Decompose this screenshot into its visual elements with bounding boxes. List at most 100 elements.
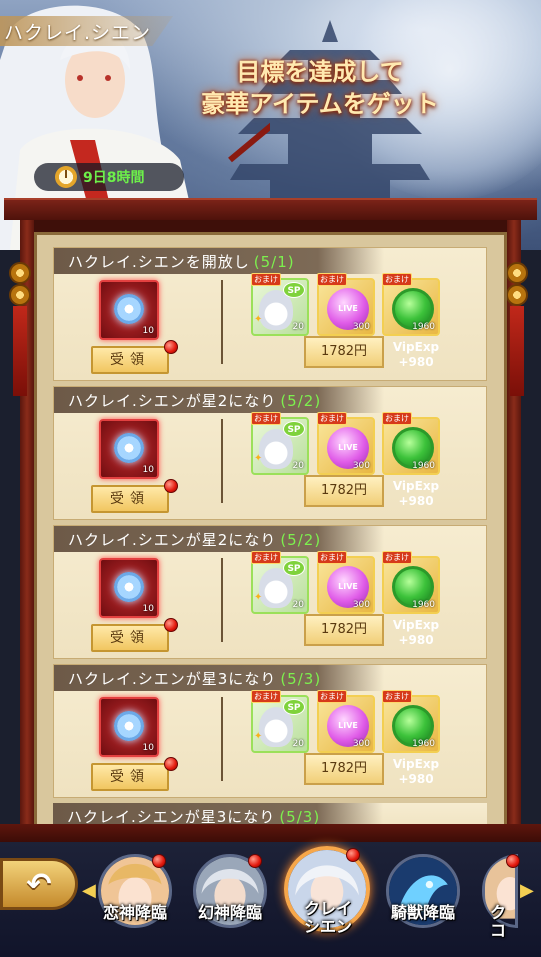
task-list[interactable]: ハクレイ.シエンを開放し (5/1) 10 受領 おまけ SP ✦ 20 おまけ LIVE… [34, 232, 507, 830]
task-progress: (5/1) [253, 253, 295, 271]
nav-label-2: 幻神降臨 [197, 903, 262, 922]
reward-character-card[interactable]: おまけ SP ✦ 20 [251, 551, 309, 614]
key-icon: ✦ [254, 731, 263, 742]
nav-label-1: 恋神降臨 [102, 903, 167, 922]
vip-exp-label: VipExp [392, 618, 440, 632]
lotus-item-slot[interactable]: 10 [99, 280, 159, 340]
reward-jade[interactable]: おまけ 1960 [382, 412, 440, 475]
vip-exp-value: +980 [398, 633, 434, 647]
lotus-item-slot[interactable]: 10 [99, 419, 159, 479]
coin-icon [506, 284, 528, 306]
reward-live-badge[interactable]: おまけ LIVE 300 [317, 690, 375, 753]
chevron-right-icon[interactable]: ▶ [520, 880, 534, 901]
bonus-tag: おまけ [317, 273, 347, 286]
sp-badge: SP [283, 699, 305, 715]
headline-line-2: 豪華アイテムをゲット [201, 90, 439, 118]
tassel-rope [13, 306, 27, 396]
event-timer: 9日8時間 [34, 163, 184, 191]
coin-icon [9, 284, 31, 306]
claim-button[interactable]: 受領 [91, 763, 169, 791]
card-divider [221, 697, 223, 781]
reward-character-card[interactable]: おまけ SP ✦ 20 [251, 690, 309, 753]
back-button[interactable]: ↶ [0, 858, 78, 910]
task-title-text: ハクレイ.シエンを開放し [68, 253, 250, 271]
key-icon: ✦ [254, 314, 263, 325]
purchase-button[interactable]: 1782円 [304, 614, 384, 646]
card-divider [221, 419, 223, 503]
notification-dot-icon [164, 340, 178, 354]
nav-label-5: ク コ [489, 903, 506, 940]
reward-live-badge[interactable]: おまけ LIVE 300 [317, 551, 375, 614]
event-nav-bar: ↶ ◀ 恋神降臨 幻神降臨 クレイ シエン 騎獣降臨 ク コ ▶ [0, 842, 541, 957]
item-count: 10 [142, 743, 154, 753]
reward-live-badge[interactable]: おまけ LIVE 300 [317, 412, 375, 475]
task-progress: (5/2) [280, 392, 322, 410]
item-count: 10 [142, 604, 154, 614]
task-card: ハクレイ.シエンが星3になり (5/3) 10 受領 おまけ SP ✦ 20 おまけ LI… [53, 664, 487, 798]
notification-dot-icon [248, 854, 262, 868]
purchase-button[interactable]: 1782円 [304, 336, 384, 368]
vip-exp-value: +980 [398, 494, 434, 508]
event-headline: 目標を達成して 豪華アイテムをゲット [150, 56, 490, 120]
clock-icon [55, 166, 77, 188]
vip-exp-value: +980 [398, 772, 434, 786]
reward-character-card[interactable]: おまけ SP ✦ 20 [251, 412, 309, 475]
notification-dot-icon [164, 479, 178, 493]
lotus-icon [114, 711, 144, 741]
lotus-item-slot[interactable]: 10 [99, 558, 159, 618]
bonus-tag: おまけ [251, 273, 281, 286]
item-count: 20 [292, 739, 304, 749]
task-card: ハクレイ.シエンが星2になり (5/2) 10 受領 おまけ SP ✦ 20 おまけ LI… [53, 525, 487, 659]
nav-label-4: 騎獣降臨 [390, 903, 455, 922]
frame-top-beam [4, 198, 537, 220]
reward-jade[interactable]: おまけ 1960 [382, 551, 440, 614]
coin-icon [9, 262, 31, 284]
headline-line-1: 目標を達成して [236, 58, 404, 86]
task-progress: (5/2) [280, 531, 322, 549]
item-count: 10 [142, 465, 154, 475]
item-count: 10 [142, 326, 154, 336]
bonus-tag: おまけ [251, 551, 281, 564]
reward-jade[interactable]: おまけ 1960 [382, 690, 440, 753]
lotus-icon [114, 294, 144, 324]
reward-live-badge[interactable]: おまけ LIVE 300 [317, 273, 375, 336]
card-divider [221, 280, 223, 364]
vip-exp-label: VipExp [392, 340, 440, 354]
left-tassel-decoration [9, 262, 31, 396]
frame-bottom-beam [0, 824, 541, 842]
key-icon: ✦ [254, 453, 263, 464]
vip-exp-badge: VipExp +980 [384, 336, 448, 374]
task-title: ハクレイ.シエンが星2になり (5/2) [54, 387, 384, 413]
bonus-tag: おまけ [382, 412, 412, 425]
task-title-text: ハクレイ.シエンが星3になり [68, 670, 277, 688]
character-name-tab: ハクレイ.シエン [0, 16, 174, 46]
claim-button[interactable]: 受領 [91, 485, 169, 513]
item-count: 300 [352, 600, 370, 610]
nav-label-3: クレイ シエン [303, 899, 352, 936]
task-card: ハクレイ.シエンを開放し (5/1) 10 受領 おまけ SP ✦ 20 おまけ LIVE… [53, 247, 487, 381]
reward-jade[interactable]: おまけ 1960 [382, 273, 440, 336]
vip-exp-badge: VipExp +980 [384, 614, 448, 652]
task-title: ハクレイ.シエンを開放し (5/1) [54, 248, 384, 274]
task-title-text: ハクレイ.シエンが星2になり [68, 531, 277, 549]
claim-button[interactable]: 受領 [91, 346, 169, 374]
task-progress: (5/3) [280, 670, 322, 688]
lotus-icon [114, 572, 144, 602]
item-count: 300 [352, 461, 370, 471]
notification-dot-icon [164, 757, 178, 771]
item-count: 1960 [412, 739, 435, 749]
bonus-tag: おまけ [317, 551, 347, 564]
claim-button[interactable]: 受領 [91, 624, 169, 652]
chevron-left-icon[interactable]: ◀ [82, 880, 96, 901]
purchase-button[interactable]: 1782円 [304, 475, 384, 507]
vip-exp-label: VipExp [392, 479, 440, 493]
bonus-tag: おまけ [251, 412, 281, 425]
timer-text: 9日8時間 [83, 170, 145, 186]
lotus-item-slot[interactable]: 10 [99, 697, 159, 757]
reward-character-card[interactable]: おまけ SP ✦ 20 [251, 273, 309, 336]
item-count: 1960 [412, 600, 435, 610]
item-count: 20 [292, 600, 304, 610]
sp-badge: SP [283, 421, 305, 437]
purchase-button[interactable]: 1782円 [304, 753, 384, 785]
sp-badge: SP [283, 560, 305, 576]
